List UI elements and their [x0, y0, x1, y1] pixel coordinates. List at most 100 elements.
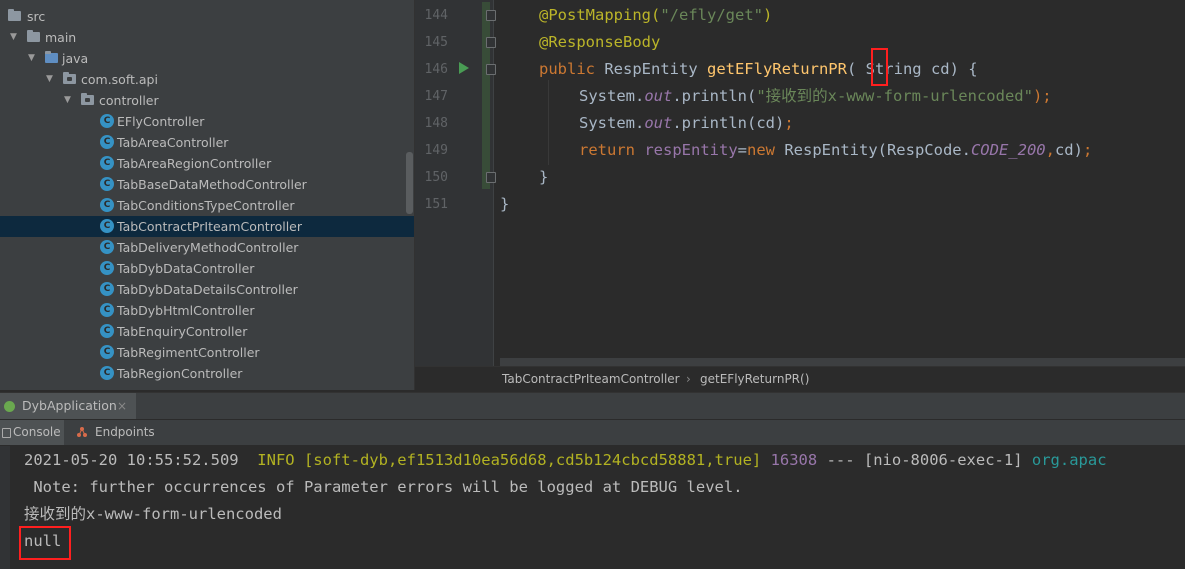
tree-item-label: TabDybDataDetailsController — [117, 282, 298, 297]
tree-item-com-soft-api[interactable]: ▼ com.soft.api — [0, 69, 414, 90]
tab-console[interactable]: Console — [0, 420, 64, 445]
line-number: 149 — [424, 143, 448, 158]
code-line-151: } — [500, 195, 510, 213]
tree-item-class[interactable]: C TabConditionsTypeController — [0, 195, 414, 216]
code-editor[interactable]: @PostMapping("/efly/get") @ResponseBody … — [494, 0, 1185, 358]
breadcrumb-class[interactable]: TabContractPrIteamController — [502, 367, 680, 392]
class-icon: C — [100, 261, 114, 275]
tree-item-label: TabConditionsTypeController — [117, 198, 295, 213]
package-icon — [81, 93, 94, 105]
breadcrumb-separator: › — [686, 372, 691, 386]
console-output[interactable]: 2021-05-20 10:55:52.509 INFO [soft-dyb,e… — [0, 446, 1185, 569]
expand-arrow-icon[interactable]: ▼ — [64, 90, 71, 111]
vcs-change-marker[interactable] — [482, 2, 490, 189]
class-icon: C — [100, 240, 114, 254]
tree-item-class[interactable]: C TabDybDataController — [0, 258, 414, 279]
tree-item-class[interactable]: C TabDybDataDetailsController — [0, 279, 414, 300]
code-line-150: } — [539, 168, 549, 186]
tree-item-controller[interactable]: ▼ controller — [0, 90, 414, 111]
class-icon: C — [100, 156, 114, 170]
tab-console-label: Console — [13, 425, 61, 439]
code-line-144: @PostMapping("/efly/get") — [539, 6, 773, 24]
code-line-145: @ResponseBody — [539, 33, 661, 51]
line-number: 150 — [424, 170, 448, 185]
source-folder-icon — [45, 51, 58, 63]
tree-item-class[interactable]: C TabRegimentController — [0, 342, 414, 363]
highlight-box-paren — [871, 48, 888, 86]
tree-item-class[interactable]: C TabBaseDataMethodController — [0, 174, 414, 195]
tab-endpoints-label: Endpoints — [95, 425, 155, 439]
class-icon: C — [100, 324, 114, 338]
class-icon: C — [100, 135, 114, 149]
spring-boot-icon — [4, 401, 15, 412]
tree-item-label: TabAreaRegionController — [117, 156, 272, 171]
line-number: 148 — [424, 116, 448, 131]
code-line-148: System.out.println(cd); — [579, 114, 794, 132]
tree-item-class[interactable]: C TabAreaController — [0, 132, 414, 153]
tree-item-main[interactable]: ▼ main — [0, 27, 414, 48]
class-icon: C — [100, 219, 114, 233]
breadcrumb-method[interactable]: getEFlyReturnPR() — [700, 367, 809, 392]
tree-item-java[interactable]: ▼ java — [0, 48, 414, 69]
run-tab-label: DybApplication — [22, 398, 117, 413]
run-tool-window-header: DybApplication × — [0, 392, 1185, 420]
package-icon — [63, 72, 76, 84]
run-gutter-icon[interactable] — [459, 62, 469, 74]
tree-item-class[interactable]: C TabDybHtmlController — [0, 300, 414, 321]
tree-item-label: TabRegimentController — [117, 345, 260, 360]
code-line-149: return respEntity=new RespEntity(RespCod… — [579, 141, 1093, 159]
tree-item-src[interactable]: src — [0, 6, 414, 27]
console-line-3: 接收到的x-www-form-urlencoded — [24, 505, 282, 523]
console-icon — [2, 428, 11, 438]
tree-item-label: TabEnquiryController — [117, 324, 248, 339]
tree-item-label: TabBaseDataMethodController — [117, 177, 307, 192]
expand-arrow-icon[interactable]: ▼ — [46, 69, 53, 90]
line-number: 144 — [424, 8, 448, 23]
run-sub-tabs: Console Endpoints — [0, 420, 1185, 446]
editor-horizontal-scrollbar[interactable] — [500, 358, 1185, 366]
tree-item-label: TabDybDataController — [117, 261, 255, 276]
tree-item-label: TabDybHtmlController — [117, 303, 255, 318]
folder-icon — [27, 30, 40, 42]
tree-item-label: TabDeliveryMethodController — [117, 240, 299, 255]
tree-item-label: java — [62, 51, 89, 66]
project-tree: src ▼ main ▼ java ▼ com.soft.api ▼ contr… — [0, 0, 415, 390]
line-number: 146 — [424, 62, 448, 77]
tree-item-class[interactable]: C TabEnquiryController — [0, 321, 414, 342]
close-icon[interactable]: × — [117, 393, 127, 419]
class-icon: C — [100, 303, 114, 317]
tree-item-label: TabContractPrIteamController — [117, 219, 302, 234]
code-line-146: public RespEntity getEFlyReturnPR( Strin… — [539, 60, 978, 78]
folder-icon — [8, 9, 21, 21]
tree-scrollbar[interactable] — [406, 152, 413, 214]
tree-item-class[interactable]: C TabRegionController — [0, 363, 414, 384]
run-tab-dybapplication[interactable]: DybApplication × — [0, 393, 136, 419]
expand-arrow-icon[interactable]: ▼ — [10, 27, 17, 48]
class-icon: C — [100, 345, 114, 359]
class-icon: C — [100, 177, 114, 191]
line-number: 147 — [424, 89, 448, 104]
highlight-box-null — [19, 526, 71, 560]
tab-endpoints[interactable]: Endpoints — [76, 420, 156, 445]
tree-item-label: com.soft.api — [81, 72, 158, 87]
tree-item-class[interactable]: C EFlyController — [0, 111, 414, 132]
class-icon: C — [100, 114, 114, 128]
tree-item-class-selected[interactable]: C TabContractPrIteamController — [0, 216, 414, 237]
code-line-147: System.out.println("接收到的x-www-form-urlen… — [579, 87, 1052, 105]
endpoints-icon — [77, 427, 87, 437]
expand-arrow-icon[interactable]: ▼ — [28, 48, 35, 69]
class-icon: C — [100, 282, 114, 296]
line-number: 145 — [424, 35, 448, 50]
console-line-2: Note: further occurrences of Parameter e… — [24, 478, 743, 496]
tree-item-label: TabRegionController — [117, 366, 243, 381]
console-left-bar — [0, 446, 10, 569]
class-icon: C — [100, 366, 114, 380]
console-line-1: 2021-05-20 10:55:52.509 INFO [soft-dyb,e… — [24, 451, 1107, 469]
tree-item-label: EFlyController — [117, 114, 205, 129]
tree-item-class[interactable]: C TabAreaRegionController — [0, 153, 414, 174]
tree-item-label: main — [45, 30, 77, 45]
tree-item-label: TabAreaController — [117, 135, 229, 150]
tree-item-label: controller — [99, 93, 159, 108]
tree-item-class[interactable]: C TabDeliveryMethodController — [0, 237, 414, 258]
tree-item-label: src — [27, 9, 46, 24]
